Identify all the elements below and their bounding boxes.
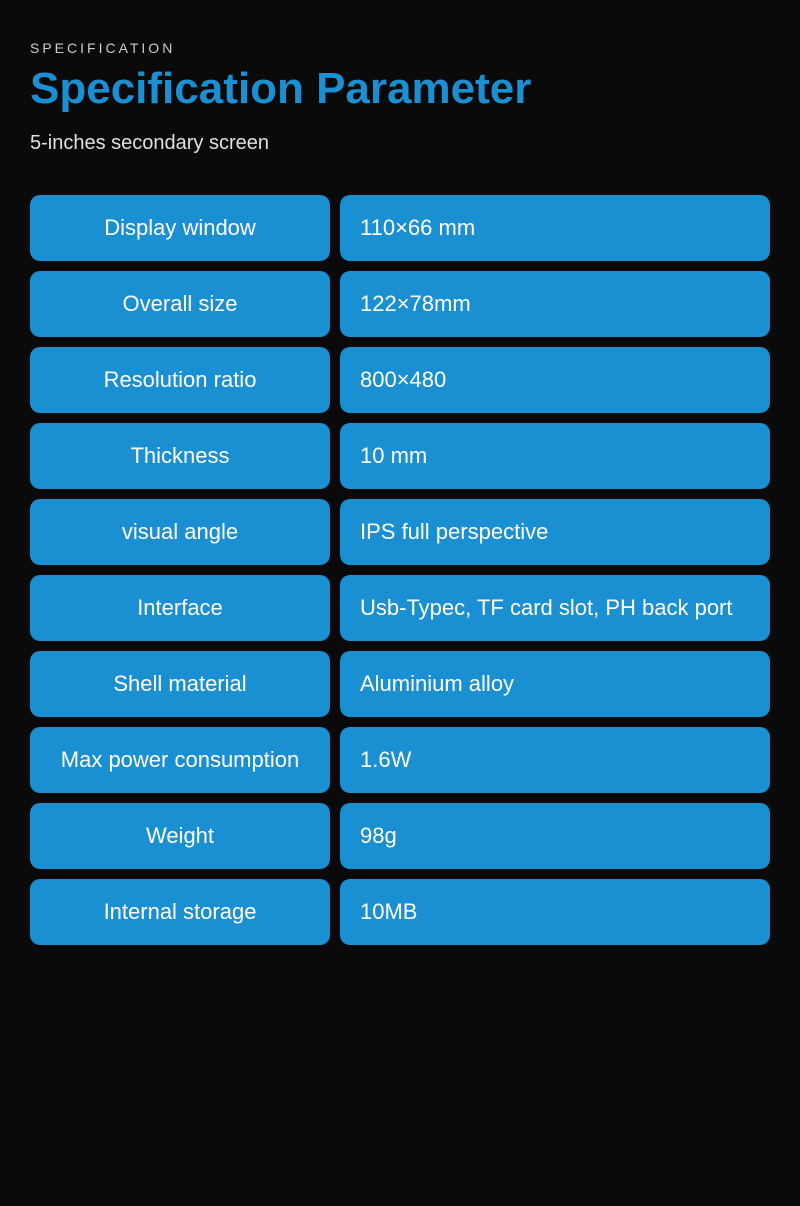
cell-value-3: 10 mm: [340, 423, 770, 489]
page-title: Specification Parameter: [30, 64, 770, 114]
cell-value-4: IPS full perspective: [340, 499, 770, 565]
cell-label-9: Internal storage: [30, 879, 330, 945]
cell-value-2: 800×480: [340, 347, 770, 413]
table-row: visual angleIPS full perspective: [30, 499, 770, 565]
table-row: Display window110×66 mm: [30, 195, 770, 261]
cell-value-9: 10MB: [340, 879, 770, 945]
cell-label-6: Shell material: [30, 651, 330, 717]
table-row: Internal storage10MB: [30, 879, 770, 945]
cell-value-1: 122×78mm: [340, 271, 770, 337]
table-row: Shell materialAluminium alloy: [30, 651, 770, 717]
cell-label-2: Resolution ratio: [30, 347, 330, 413]
table-row: Resolution ratio800×480: [30, 347, 770, 413]
cell-label-1: Overall size: [30, 271, 330, 337]
table-row: Max power consumption1.6W: [30, 727, 770, 793]
cell-label-4: visual angle: [30, 499, 330, 565]
cell-value-6: Aluminium alloy: [340, 651, 770, 717]
cell-value-0: 110×66 mm: [340, 195, 770, 261]
table-row: InterfaceUsb-Typec, TF card slot, PH bac…: [30, 575, 770, 641]
cell-label-3: Thickness: [30, 423, 330, 489]
cell-value-7: 1.6W: [340, 727, 770, 793]
cell-value-8: 98g: [340, 803, 770, 869]
cell-label-5: Interface: [30, 575, 330, 641]
cell-value-5: Usb-Typec, TF card slot, PH back port: [340, 575, 770, 641]
cell-label-0: Display window: [30, 195, 330, 261]
table-row: Thickness10 mm: [30, 423, 770, 489]
table-row: Weight98g: [30, 803, 770, 869]
table-row: Overall size122×78mm: [30, 271, 770, 337]
cell-label-7: Max power consumption: [30, 727, 330, 793]
page-subtitle: 5-inches secondary screen: [30, 132, 770, 155]
spec-table: Display window110×66 mmOverall size122×7…: [30, 195, 770, 945]
cell-label-8: Weight: [30, 803, 330, 869]
section-label: SPECIFICATION: [30, 40, 770, 56]
